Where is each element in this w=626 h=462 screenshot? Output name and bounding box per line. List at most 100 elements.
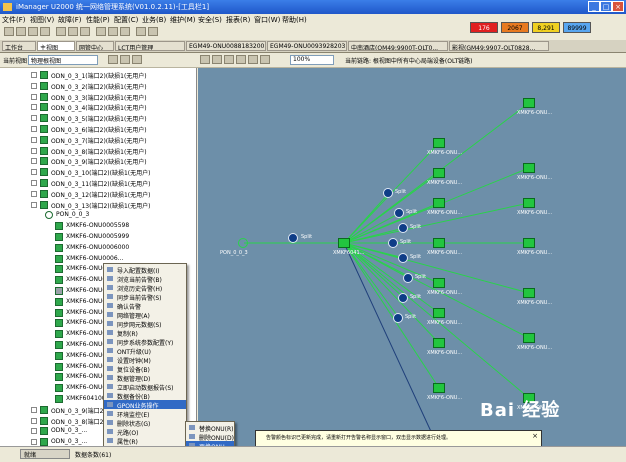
splitter-icon[interactable] (394, 208, 404, 218)
menu-item[interactable]: GPON业务操作 (104, 400, 186, 410)
tree-item-odn[interactable]: ODN_0_3_4(端口2)(缺损1(无用户) (0, 102, 196, 112)
olt-node[interactable] (338, 238, 350, 248)
toolbar-button[interactable] (96, 27, 106, 36)
tree-item-odn[interactable]: ODN_0_3_5(端口2)(缺损1(无用户) (0, 113, 196, 123)
expand-icon[interactable] (31, 115, 37, 122)
zoom-select[interactable]: 100% (290, 55, 334, 65)
onu-node[interactable] (523, 198, 535, 208)
menu-item[interactable]: 删除ONU(D) (186, 432, 234, 442)
onu-node[interactable] (433, 138, 445, 148)
tooltip-close-icon[interactable]: × (532, 432, 538, 440)
menu-view[interactable]: 视图(V) (30, 15, 54, 25)
toolbar-button[interactable] (80, 27, 90, 36)
toolbar-button[interactable] (108, 27, 118, 36)
expand-icon[interactable] (31, 439, 37, 446)
menu-item[interactable]: 环境监控(E) (104, 409, 186, 419)
expand-icon[interactable] (31, 406, 37, 413)
menu-help[interactable]: 帮助(H) (282, 15, 307, 25)
tab-lct-user[interactable]: LCT用户管理 (115, 41, 185, 51)
minimize-button[interactable]: _ (588, 1, 600, 12)
menu-item[interactable]: 立即启动数据报告(S) (104, 382, 186, 392)
toolbar-button[interactable] (212, 55, 222, 64)
tree-item-onu[interactable]: XMKF6-ONU0006000 (0, 243, 196, 253)
splitter-icon[interactable] (403, 273, 413, 283)
tab-egm49-b[interactable]: EGM49-ONU0093928203.8.32... (267, 41, 347, 51)
tree-item-odn[interactable]: ODN_0_3_13(端口2)(缺损1(无用户) (0, 200, 196, 210)
menu-item[interactable]: 浏览当前告警(B) (104, 274, 186, 284)
menu-item[interactable]: 导入配置数据(I) (104, 265, 186, 275)
splitter-icon[interactable] (383, 188, 393, 198)
minor-alarm-count[interactable]: 8,291 (532, 22, 560, 33)
toolbar-button[interactable] (200, 55, 210, 64)
splitter-icon[interactable] (288, 233, 298, 243)
onu-node[interactable] (433, 198, 445, 208)
toolbar-button[interactable] (56, 27, 66, 36)
major-alarm-count[interactable]: 2067 (501, 22, 529, 33)
toolbar-button[interactable] (120, 27, 130, 36)
expand-icon[interactable] (31, 428, 37, 435)
tree-item-odn[interactable]: ODN_0_3_1(端口2)(缺损1(无用户) (0, 70, 196, 80)
menu-item[interactable]: 设置时钟(M) (104, 355, 186, 365)
tree-item-onu[interactable]: XMKF6-ONU0005598 (0, 221, 196, 231)
onu-node[interactable] (523, 163, 535, 173)
toolbar-button[interactable] (236, 55, 246, 64)
maximize-button[interactable]: □ (600, 1, 612, 12)
menu-item[interactable]: 数据管理(D) (104, 373, 186, 383)
menu-item[interactable]: 同步当前告警(S) (104, 292, 186, 302)
menu-item[interactable]: 复制(R) (104, 328, 186, 338)
menu-report[interactable]: 报表(R) (226, 15, 250, 25)
tree-item-odn[interactable]: ODN_0_3_2(端口2)(缺损1(无用户) (0, 81, 196, 91)
onu-node[interactable] (523, 98, 535, 108)
splitter-icon[interactable] (393, 313, 403, 323)
expand-icon[interactable] (31, 417, 37, 424)
tree-item-odn[interactable]: ODN_0_3_9(端口2)(缺损1(无用户) (0, 156, 196, 166)
tree-item-odn[interactable]: ODN_0_3_3(端口2)(缺损1(无用户) (0, 92, 196, 102)
tab-nm-center[interactable]: 网管中心 (76, 41, 114, 51)
menu-item[interactable]: 替换ONU(R) (186, 423, 234, 433)
tree-item-odn[interactable]: ODN_0_3_6(端口2)(缺损1(无用户) (0, 124, 196, 134)
tab-video[interactable]: 影视(GM49:9907-OLT0828... (449, 41, 549, 51)
toolbar-button[interactable] (108, 55, 118, 64)
menu-item[interactable]: 数据备份(B) (104, 391, 186, 401)
warning-alarm-count[interactable]: 89999 (563, 22, 591, 33)
tree-item-odn[interactable]: ODN_0_3_10(端口2)(缺损1(无用户) (0, 167, 196, 177)
view-select[interactable]: 物理根视图 (28, 55, 98, 65)
expand-icon[interactable] (31, 126, 37, 132)
tab-egm49-a[interactable]: EGM49-ONU0088183200.8.32... (186, 41, 266, 51)
onu-node[interactable] (433, 308, 445, 318)
menu-item[interactable]: 网络管理(A) (104, 310, 186, 320)
tab-workbench[interactable]: 工作台 (2, 41, 36, 51)
critical-alarm-count[interactable]: 176 (470, 22, 498, 33)
expand-icon[interactable] (31, 201, 37, 208)
expand-icon[interactable] (31, 82, 37, 89)
toolbar-button[interactable] (224, 55, 234, 64)
menu-item[interactable]: 确认告警 (104, 301, 186, 311)
topology-canvas[interactable]: PON_0_0_3 XMKF6041... Split Split Split Split… (198, 68, 626, 446)
onu-node[interactable] (523, 238, 535, 248)
onu-node[interactable] (523, 333, 535, 343)
onu-node[interactable] (433, 383, 445, 393)
splitter-icon[interactable] (388, 238, 398, 248)
toolbar-button[interactable] (120, 55, 130, 64)
tree-item-onu[interactable]: XMKF6-ONU0005999 (0, 232, 196, 242)
toolbar-button[interactable] (248, 55, 258, 64)
menu-service[interactable]: 业务(B) (142, 15, 166, 25)
tree-item-odn[interactable]: ODN_0_3_11(端口2)(缺损1(无用户) (0, 178, 196, 188)
menu-maintenance[interactable]: 维护(M) (170, 15, 196, 25)
toolbar-button[interactable] (148, 27, 158, 36)
menu-item[interactable]: 复位设备(B) (104, 364, 186, 374)
menu-item[interactable]: 属性(R) (104, 436, 186, 446)
expand-icon[interactable] (31, 147, 37, 154)
menu-item[interactable]: ONT升级(U) (104, 346, 186, 356)
onu-node[interactable] (433, 338, 445, 348)
tree-item-odn[interactable]: ODN_0_3_12(端口2)(缺损1(无用户) (0, 189, 196, 199)
pon-node[interactable] (238, 238, 248, 248)
toolbar-button[interactable] (4, 27, 14, 36)
expand-icon[interactable] (31, 93, 37, 100)
menu-security[interactable]: 安全(S) (198, 15, 222, 25)
menu-file[interactable]: 文件(F) (2, 15, 26, 25)
onu-node[interactable] (433, 238, 445, 248)
menu-item[interactable]: 同步网元数据(S) (104, 319, 186, 329)
menu-item[interactable]: 同步系统参数配置(Y) (104, 337, 186, 347)
tab-main-view[interactable]: 主视图 (37, 41, 75, 51)
